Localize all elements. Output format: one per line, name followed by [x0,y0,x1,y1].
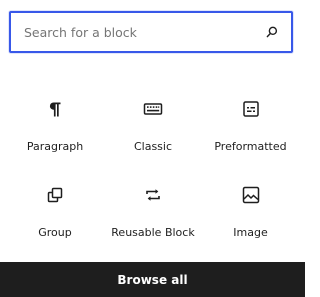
search-box[interactable] [9,11,293,53]
search-input[interactable] [24,13,254,51]
block-label: Classic [133,140,173,153]
block-label: Paragraph [26,140,84,153]
block-label: Image [233,226,268,239]
search-icon[interactable] [265,25,279,39]
keyboard-icon [141,97,165,121]
block-grid: Paragraph Classic Preformatted Group Reu… [0,88,305,260]
block-item-paragraph[interactable]: Paragraph [0,88,110,174]
browse-all-button[interactable]: Browse all [0,262,305,297]
block-item-group[interactable]: Group [0,174,110,260]
group-icon [43,183,67,207]
block-label: Reusable Block [111,226,195,239]
block-label: Preformatted [214,140,287,153]
block-item-image[interactable]: Image [196,174,305,260]
block-item-classic[interactable]: Classic [110,88,196,174]
paragraph-icon [43,97,67,121]
block-item-preformatted[interactable]: Preformatted [196,88,305,174]
image-icon [239,183,263,207]
block-item-reusable[interactable]: Reusable Block [110,174,196,260]
block-label: Group [38,226,72,239]
preformatted-icon [239,97,263,121]
reusable-icon [141,183,165,207]
